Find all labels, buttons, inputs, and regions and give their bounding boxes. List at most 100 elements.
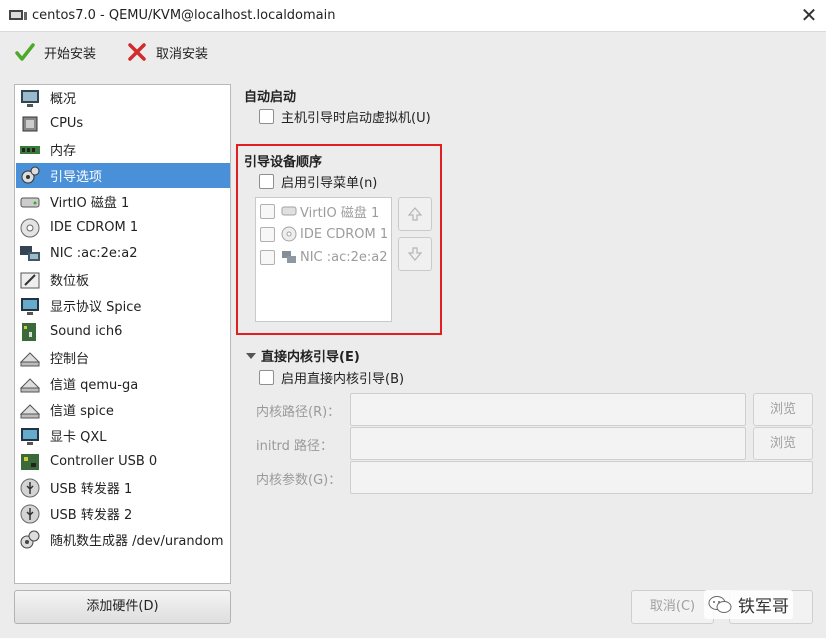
sidebar-item-label: USB 转发器 2 — [50, 508, 133, 523]
tablet-icon — [20, 272, 40, 288]
usb-redirector-icon — [20, 478, 40, 497]
autostart-checkbox-label: 主机引导时启动虚拟机(U) — [281, 111, 431, 126]
initrd-path-input[interactable] — [350, 427, 746, 460]
hardware-list: 概况 CPUs 内存 引导选项 VirtIO 磁盘 1 IDE CDROM 1 … — [14, 84, 231, 584]
sidebar-item-label: 内存 — [50, 144, 77, 159]
sidebar-item-nic[interactable]: NIC :ac:2e:a2 — [16, 241, 230, 266]
arrow-up-icon — [407, 207, 423, 221]
cancel-install-label: 取消安装 — [156, 46, 209, 62]
sidebar-item-label: USB 转发器 1 — [50, 482, 133, 497]
cancel-button[interactable]: 取消(C) — [631, 590, 714, 624]
toolbar: 开始安装 取消安装 — [0, 32, 826, 74]
kernel-args-input[interactable] — [350, 461, 813, 494]
sidebar-item-label: NIC :ac:2e:a2 — [50, 246, 138, 261]
boot-device-label: NIC :ac:2e:a2 — [300, 249, 388, 265]
sidebar-item-label: 引导选项 — [50, 170, 103, 185]
checkbox-box[interactable] — [260, 249, 275, 265]
title-bar: centos7.0 - QEMU/KVM@localhost.localdoma… — [0, 0, 826, 32]
sidebar-item-label: VirtIO 磁盘 1 — [50, 196, 130, 211]
sidebar-item-overview[interactable]: 概况 — [16, 85, 230, 110]
sidebar-item-channel-spice[interactable]: 信道 spice — [16, 397, 230, 422]
checkbox-box[interactable] — [260, 203, 275, 219]
sidebar-item-memory[interactable]: 内存 — [16, 137, 230, 162]
network-icon — [282, 251, 296, 263]
sidebar-item-label: 随机数生成器 /dev/urandom — [50, 534, 224, 549]
cancel-install-button[interactable]: 取消安装 — [126, 40, 208, 64]
cpu-icon — [22, 116, 38, 131]
boot-device-ide-cdrom[interactable]: IDE CDROM 1 — [260, 224, 388, 244]
close-icon[interactable]: ✕ — [797, 4, 821, 28]
overview-icon — [21, 89, 39, 107]
sidebar-item-rng[interactable]: 随机数生成器 /dev/urandom — [16, 527, 230, 552]
disk-icon — [281, 206, 297, 216]
sidebar-item-label: 信道 spice — [50, 404, 114, 419]
enable-boot-menu-label: 启用引导菜单(n) — [281, 176, 378, 191]
enable-direct-kernel-label: 启用直接内核引导(B) — [281, 372, 405, 387]
sidebar-item-tablet[interactable]: 数位板 — [16, 267, 230, 292]
sidebar-item-ide-cdrom[interactable]: IDE CDROM 1 — [16, 215, 230, 240]
sidebar-item-label: 数位板 — [50, 274, 90, 289]
move-down-button[interactable] — [398, 237, 432, 271]
arrow-down-icon — [407, 247, 423, 261]
autostart-title: 自动启动 — [244, 90, 297, 105]
usb-redirector-icon — [20, 504, 40, 523]
boot-device-list: VirtIO 磁盘 1 IDE CDROM 1 NIC :ac:2e:a2 — [255, 197, 392, 322]
watermark-text: 铁军哥 — [738, 597, 789, 617]
cancel-x-icon — [128, 43, 146, 61]
sidebar-item-sound[interactable]: Sound ich6 — [16, 319, 230, 344]
initrd-browse-button[interactable]: 浏览 — [753, 427, 813, 460]
enable-direct-kernel-checkbox[interactable]: 启用直接内核引导(B) — [259, 368, 404, 387]
sidebar-item-boot-options[interactable]: 引导选项 — [16, 163, 230, 188]
sound-icon — [22, 322, 36, 341]
sidebar-item-console[interactable]: 控制台 — [16, 345, 230, 370]
checkbox-box[interactable] — [260, 226, 275, 242]
boot-device-nic[interactable]: NIC :ac:2e:a2 — [260, 247, 388, 267]
direct-kernel-expander[interactable]: 直接内核引导(E) — [246, 346, 360, 365]
console-icon — [19, 351, 41, 366]
cdrom-icon — [281, 226, 297, 242]
channel-icon — [19, 403, 41, 418]
sidebar-item-display-spice[interactable]: 显示协议 Spice — [16, 293, 230, 318]
boot-device-virtio-disk[interactable]: VirtIO 磁盘 1 — [260, 201, 379, 221]
sidebar-item-channel-qemu-ga[interactable]: 信道 qemu-ga — [16, 371, 230, 396]
initrd-path-label: initrd 路径： — [256, 439, 334, 454]
sidebar-item-label: CPUs — [50, 116, 84, 131]
rng-icon — [20, 530, 40, 548]
autostart-checkbox[interactable]: 主机引导时启动虚拟机(U) — [259, 107, 431, 126]
wechat-icon — [708, 595, 732, 613]
memory-icon — [20, 145, 40, 154]
network-icon — [20, 245, 40, 261]
direct-kernel-title: 直接内核引导(E) — [261, 350, 360, 365]
checkbox-box[interactable] — [259, 174, 274, 189]
checkbox-box[interactable] — [259, 370, 274, 385]
sidebar-item-cpus[interactable]: CPUs — [16, 111, 230, 136]
sidebar-item-label: Controller USB 0 — [50, 454, 158, 469]
cdrom-icon — [20, 218, 40, 237]
sidebar-item-virtio-disk[interactable]: VirtIO 磁盘 1 — [16, 189, 230, 214]
sidebar-item-controller-usb[interactable]: Controller USB 0 — [16, 449, 230, 474]
video-icon — [21, 427, 39, 445]
controller-icon — [21, 453, 39, 470]
sidebar-item-video-qxl[interactable]: 显卡 QXL — [16, 423, 230, 448]
enable-boot-menu-checkbox[interactable]: 启用引导菜单(n) — [259, 172, 377, 191]
add-hardware-button[interactable]: 添加硬件(D) — [14, 590, 231, 624]
checkmark-icon — [15, 43, 35, 61]
kernel-browse-button[interactable]: 浏览 — [753, 393, 813, 426]
kernel-path-label: 内核路径(R)： — [256, 405, 341, 420]
window-title: centos7.0 - QEMU/KVM@localhost.localdoma… — [32, 8, 336, 23]
boot-device-label: IDE CDROM 1 — [300, 226, 389, 242]
sidebar-item-usb-redirector-2[interactable]: USB 转发器 2 — [16, 501, 230, 526]
checkbox-box[interactable] — [259, 109, 274, 124]
expander-arrow-icon — [246, 352, 256, 359]
sidebar-item-label: 显卡 QXL — [50, 430, 107, 445]
begin-install-label: 开始安装 — [44, 46, 97, 62]
begin-install-button[interactable]: 开始安装 — [14, 40, 96, 64]
kernel-path-input[interactable] — [350, 393, 746, 426]
boot-device-label: VirtIO 磁盘 1 — [300, 205, 380, 221]
boot-order-title: 引导设备顺序 — [244, 155, 323, 170]
sidebar-item-label: 信道 qemu-ga — [50, 378, 139, 393]
move-up-button[interactable] — [398, 197, 432, 231]
virt-manager-icon — [9, 10, 27, 20]
kernel-args-label: 内核参数(G)： — [256, 473, 342, 488]
sidebar-item-usb-redirector-1[interactable]: USB 转发器 1 — [16, 475, 230, 500]
